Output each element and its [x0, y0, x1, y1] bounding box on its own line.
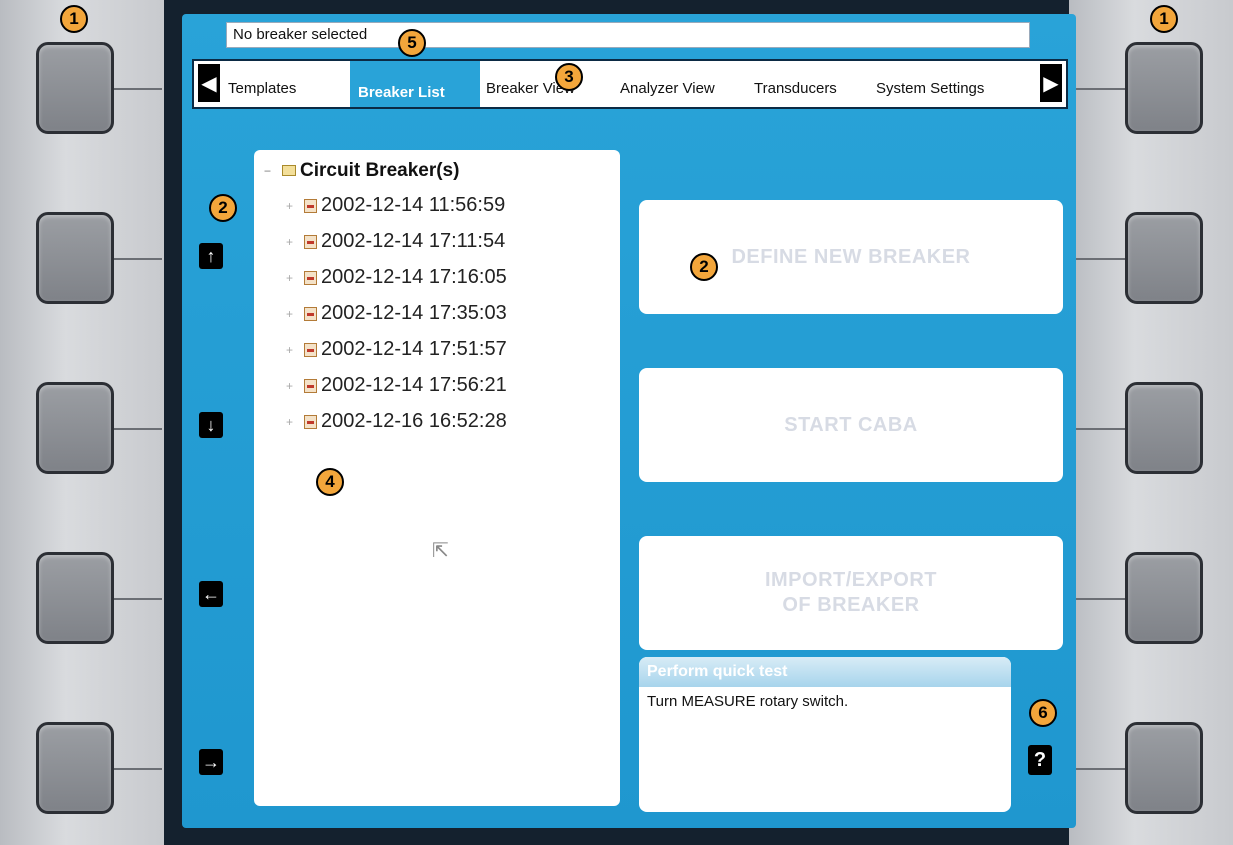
expand-icon[interactable]: +	[286, 271, 296, 285]
expand-icon[interactable]: +	[286, 415, 296, 429]
breaker-file-icon	[304, 234, 317, 249]
start-caba-button[interactable]: START CABA	[639, 368, 1063, 482]
expand-icon[interactable]: +	[286, 199, 296, 213]
quick-test-title: Perform quick test	[639, 657, 1011, 687]
quick-test-text: Turn MEASURE rotary switch.	[647, 693, 849, 710]
softkey-line	[1075, 258, 1125, 260]
callout-marker: 5	[398, 29, 426, 57]
right-softkey-1[interactable]	[1125, 42, 1203, 134]
left-softkey-1[interactable]	[36, 42, 114, 134]
breaker-tree-panel[interactable]: − Circuit Breaker(s) +2002-12-14 11:56:59…	[254, 150, 620, 806]
softkey-line	[1075, 768, 1125, 770]
right-softkey-4[interactable]	[1125, 552, 1203, 644]
callout-marker: 2	[209, 194, 237, 222]
callout-marker: 6	[1029, 699, 1057, 727]
softkey-line	[112, 258, 162, 260]
breaker-file-icon	[304, 306, 317, 321]
tree-root-label: Circuit Breaker(s)	[300, 160, 460, 181]
tab-breaker-list[interactable]: Breaker List	[350, 61, 480, 107]
tab-transducers[interactable]: Transducers	[754, 61, 837, 107]
tab-scroll-right-icon[interactable]: ▶	[1040, 64, 1062, 102]
tab-scroll-left-icon[interactable]: ◀	[198, 64, 220, 102]
tree-item[interactable]: +2002-12-14 17:51:57	[286, 338, 507, 361]
tree-item[interactable]: +2002-12-14 17:56:21	[286, 374, 507, 397]
softkey-line	[1075, 428, 1125, 430]
breaker-file-icon	[304, 342, 317, 357]
arrow-left-icon[interactable]: ←	[199, 581, 223, 607]
tree-item-label: 2002-12-14 17:35:03	[321, 302, 507, 324]
tree-item-label: 2002-12-14 17:51:57	[321, 338, 507, 360]
softkey-line	[112, 88, 162, 90]
left-bezel	[0, 0, 170, 845]
arrow-right-icon[interactable]: →	[199, 749, 223, 775]
left-softkey-3[interactable]	[36, 382, 114, 474]
tree-item[interactable]: +2002-12-14 17:11:54	[286, 230, 505, 253]
import-export-button[interactable]: IMPORT/EXPORT OF BREAKER	[639, 536, 1063, 650]
callout-marker: 3	[555, 63, 583, 91]
tree-item-label: 2002-12-14 17:16:05	[321, 266, 507, 288]
softkey-line	[112, 428, 162, 430]
import-export-line2: OF BREAKER	[782, 594, 920, 616]
folder-icon	[282, 165, 296, 177]
right-softkey-2[interactable]	[1125, 212, 1203, 304]
softkey-line	[112, 598, 162, 600]
collapse-icon[interactable]: −	[264, 164, 274, 178]
tab-templates[interactable]: Templates	[228, 61, 296, 107]
tab-bar: ◀ Templates Breaker List Breaker View An…	[192, 59, 1068, 109]
softkey-line	[112, 768, 162, 770]
breaker-file-icon	[304, 270, 317, 285]
callout-marker: 2	[690, 253, 718, 281]
screen: No breaker selected ◀ Templates Breaker …	[182, 14, 1076, 828]
breaker-file-icon	[304, 198, 317, 213]
breaker-file-icon	[304, 414, 317, 429]
callout-marker: 1	[60, 5, 88, 33]
right-softkey-3[interactable]	[1125, 382, 1203, 474]
expand-icon[interactable]: +	[286, 343, 296, 357]
arrow-down-icon[interactable]: ↓	[199, 412, 223, 438]
tab-analyzer-view[interactable]: Analyzer View	[620, 61, 715, 107]
status-field: No breaker selected	[226, 22, 1030, 48]
callout-marker: 4	[316, 468, 344, 496]
callout-marker: 1	[1150, 5, 1178, 33]
tree-item[interactable]: +2002-12-14 11:56:59	[286, 194, 505, 217]
tree-item[interactable]: +2002-12-16 16:52:28	[286, 410, 507, 433]
help-icon[interactable]: ?	[1028, 745, 1052, 775]
expand-icon[interactable]: +	[286, 307, 296, 321]
left-softkey-2[interactable]	[36, 212, 114, 304]
expand-icon[interactable]: +	[286, 235, 296, 249]
right-bezel	[1063, 0, 1233, 845]
breaker-file-icon	[304, 378, 317, 393]
left-softkey-4[interactable]	[36, 552, 114, 644]
softkey-line	[1075, 88, 1125, 90]
tree-item-label: 2002-12-14 17:11:54	[321, 230, 506, 252]
right-softkey-5[interactable]	[1125, 722, 1203, 814]
import-export-line1: IMPORT/EXPORT	[764, 569, 938, 591]
softkey-line	[1075, 598, 1125, 600]
tree-item[interactable]: +2002-12-14 17:35:03	[286, 302, 507, 325]
quick-test-panel: Perform quick test Turn MEASURE rotary s…	[639, 657, 1011, 812]
tree-item-label: 2002-12-14 11:56:59	[321, 194, 506, 216]
mouse-cursor-icon: ⇱	[432, 540, 449, 562]
tree-root[interactable]: − Circuit Breaker(s)	[264, 160, 459, 182]
expand-icon[interactable]: +	[286, 379, 296, 393]
tree-item[interactable]: +2002-12-14 17:16:05	[286, 266, 507, 289]
tree-item-label: 2002-12-16 16:52:28	[321, 410, 507, 432]
left-softkey-5[interactable]	[36, 722, 114, 814]
tree-item-label: 2002-12-14 17:56:21	[321, 374, 507, 396]
arrow-up-icon[interactable]: ↑	[199, 243, 223, 269]
tab-system-settings[interactable]: System Settings	[876, 61, 984, 107]
